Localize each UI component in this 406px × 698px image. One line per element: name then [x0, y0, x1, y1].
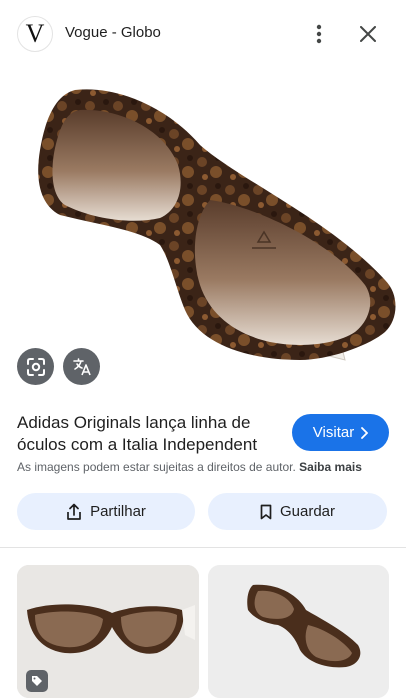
- chevron-right-icon: [361, 426, 369, 439]
- result-title[interactable]: Adidas Originals lança linha de óculos c…: [17, 412, 282, 456]
- result-info: Adidas Originals lança linha de óculos c…: [17, 412, 282, 456]
- sunglasses-image: [38, 89, 396, 361]
- related-image-2[interactable]: [208, 565, 389, 698]
- translate-icon: [72, 357, 91, 375]
- related-image-1[interactable]: [17, 565, 199, 698]
- bookmark-icon: [260, 504, 272, 519]
- more-options-button[interactable]: [305, 20, 333, 48]
- divider: [0, 547, 406, 548]
- share-icon: [67, 503, 81, 520]
- site-logo-letter: V: [25, 19, 45, 48]
- google-lens-icon: [26, 357, 45, 376]
- copyright-text: As imagens podem estar sujeitas a direit…: [17, 460, 296, 474]
- main-image[interactable]: [0, 70, 406, 400]
- site-logo[interactable]: V: [17, 16, 53, 52]
- tag-icon-badge: [26, 670, 48, 692]
- close-icon: [360, 26, 376, 42]
- close-button[interactable]: [354, 20, 382, 48]
- header: V Vogue - Globo: [0, 0, 406, 70]
- save-button[interactable]: Guardar: [208, 493, 387, 530]
- copyright-notice: As imagens podem estar sujeitas a direit…: [17, 460, 362, 474]
- visit-button[interactable]: Visitar: [292, 414, 389, 451]
- sunglasses-thumbnail: [208, 565, 389, 698]
- share-label: Partilhar: [90, 503, 146, 520]
- share-button[interactable]: Partilhar: [17, 493, 195, 530]
- google-lens-button[interactable]: [17, 348, 54, 385]
- tag-icon: [32, 676, 42, 686]
- site-title: Vogue - Globo: [65, 24, 161, 41]
- visit-label: Visitar: [312, 424, 355, 441]
- learn-more-link[interactable]: Saiba mais: [299, 460, 362, 474]
- save-label: Guardar: [279, 503, 336, 520]
- translate-button[interactable]: [63, 348, 100, 385]
- more-vert-icon: [316, 24, 322, 44]
